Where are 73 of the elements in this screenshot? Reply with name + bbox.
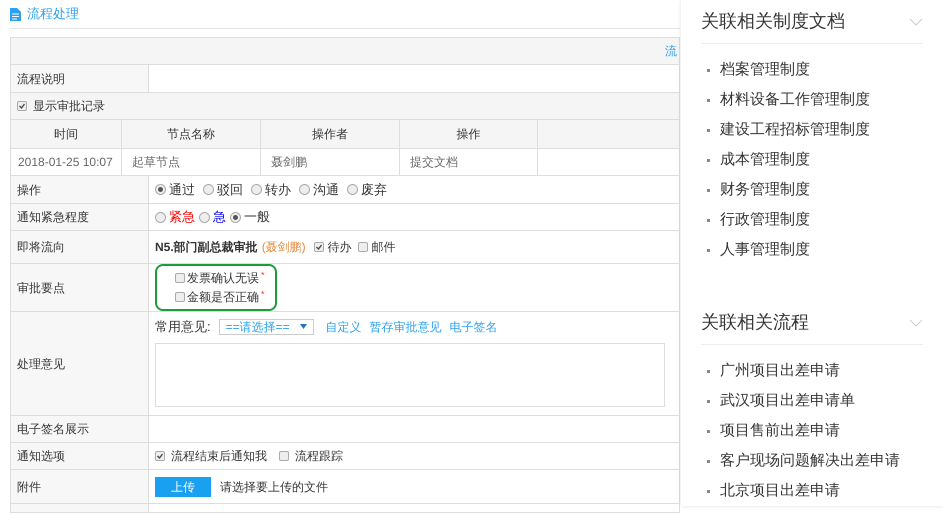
checkbox-label: 待办 — [328, 239, 352, 256]
next-node-label: N5.部门副总裁审批 — [155, 239, 258, 256]
table-cell: 起草节点 — [122, 149, 261, 175]
radio-button[interactable] — [347, 184, 358, 195]
column-header: 时间 — [11, 120, 122, 148]
checkbox[interactable] — [279, 451, 289, 461]
radio-button[interactable] — [230, 212, 241, 222]
column-header: 操作者 — [261, 120, 400, 148]
required-mark: * — [261, 269, 265, 282]
table-cell: 聂剑鹏 — [261, 149, 400, 175]
chevron-down-icon[interactable] — [909, 318, 923, 326]
field-label: 处理意见 — [17, 356, 65, 372]
checkbox-label: 流程结束后通知我 — [171, 448, 267, 465]
radio-label: 转办 — [265, 180, 291, 199]
link[interactable]: 武汉项目出差申请单 — [720, 390, 855, 412]
link[interactable]: 建设工程招标管理制度 — [720, 118, 870, 142]
section-title: 关联相关制度文档 — [701, 10, 845, 33]
section-title: 关联相关流程 — [701, 311, 809, 334]
checkbox[interactable] — [175, 292, 185, 302]
link[interactable]: 财务管理制度 — [720, 178, 810, 202]
link[interactable]: 行政管理制度 — [720, 208, 810, 232]
link[interactable]: 档案管理制度 — [720, 58, 810, 82]
field-label: 通知紧急程度 — [17, 209, 89, 226]
field-label: 附件 — [17, 478, 41, 496]
checkbox[interactable] — [358, 242, 368, 252]
checkbox[interactable] — [175, 273, 185, 283]
field-label: 流程说明 — [17, 70, 65, 88]
checkbox-label: 发票确认无误 — [187, 270, 259, 287]
radio-label: 通过 — [169, 180, 195, 199]
column-header: 操作 — [400, 120, 538, 148]
radio-label: 紧急 — [169, 208, 195, 226]
radio-button[interactable] — [251, 184, 262, 195]
column-header: 节点名称 — [122, 120, 261, 148]
hint-text: 请选择要上传的文件 — [220, 478, 328, 496]
link[interactable]: 客户现场问题解决出差申请 — [720, 450, 900, 472]
field-label: 即将流向 — [17, 239, 65, 256]
required-mark: * — [261, 288, 265, 301]
link[interactable]: 人事管理制度 — [720, 238, 810, 262]
radio-label: 急 — [213, 208, 226, 226]
table-cell: 提交文档 — [400, 149, 538, 175]
link[interactable]: 成本管理制度 — [720, 148, 810, 172]
checkbox-label: 金额是否正确 — [187, 289, 259, 306]
radio-label: 一般 — [244, 208, 270, 226]
radio-label: 沟通 — [313, 180, 339, 199]
chevron-down-icon[interactable] — [909, 18, 923, 26]
field-label: 常用意见: — [155, 318, 211, 336]
radio-button[interactable] — [299, 184, 310, 195]
radio-label: 驳回 — [217, 180, 243, 199]
field-label: 电子签名展示 — [17, 421, 89, 438]
radio-button[interactable] — [155, 212, 166, 222]
link[interactable]: 材料设备工作管理制度 — [720, 88, 870, 112]
text-area[interactable] — [155, 342, 665, 406]
link[interactable]: 广州项目出差申请 — [720, 360, 840, 382]
checkbox[interactable] — [17, 101, 27, 111]
page-title: 流程处理 — [27, 5, 79, 24]
field-label: 审批要点 — [17, 280, 65, 296]
checkbox[interactable] — [314, 242, 324, 252]
field-label: 通知选项 — [17, 448, 65, 465]
link[interactable]: 项目售前出差申请 — [720, 420, 840, 442]
radio-button[interactable] — [199, 212, 210, 222]
field-label: 操作 — [17, 182, 41, 198]
radio-button[interactable] — [203, 184, 214, 195]
document-icon — [10, 8, 21, 20]
checkbox[interactable] — [155, 451, 165, 461]
checkbox-label: 流程跟踪 — [295, 448, 343, 465]
table-cell: 2018-01-25 10:07 — [11, 149, 122, 175]
assignee-name: (聂剑鹏) — [262, 239, 306, 256]
radio-button[interactable] — [155, 184, 166, 195]
checkbox-label: 邮件 — [372, 239, 396, 256]
link[interactable]: 北京项目出差申请 — [720, 480, 840, 502]
caret-icon — [300, 324, 307, 330]
checkbox-label: 显示审批记录 — [33, 98, 105, 115]
radio-label: 废弃 — [361, 180, 387, 199]
